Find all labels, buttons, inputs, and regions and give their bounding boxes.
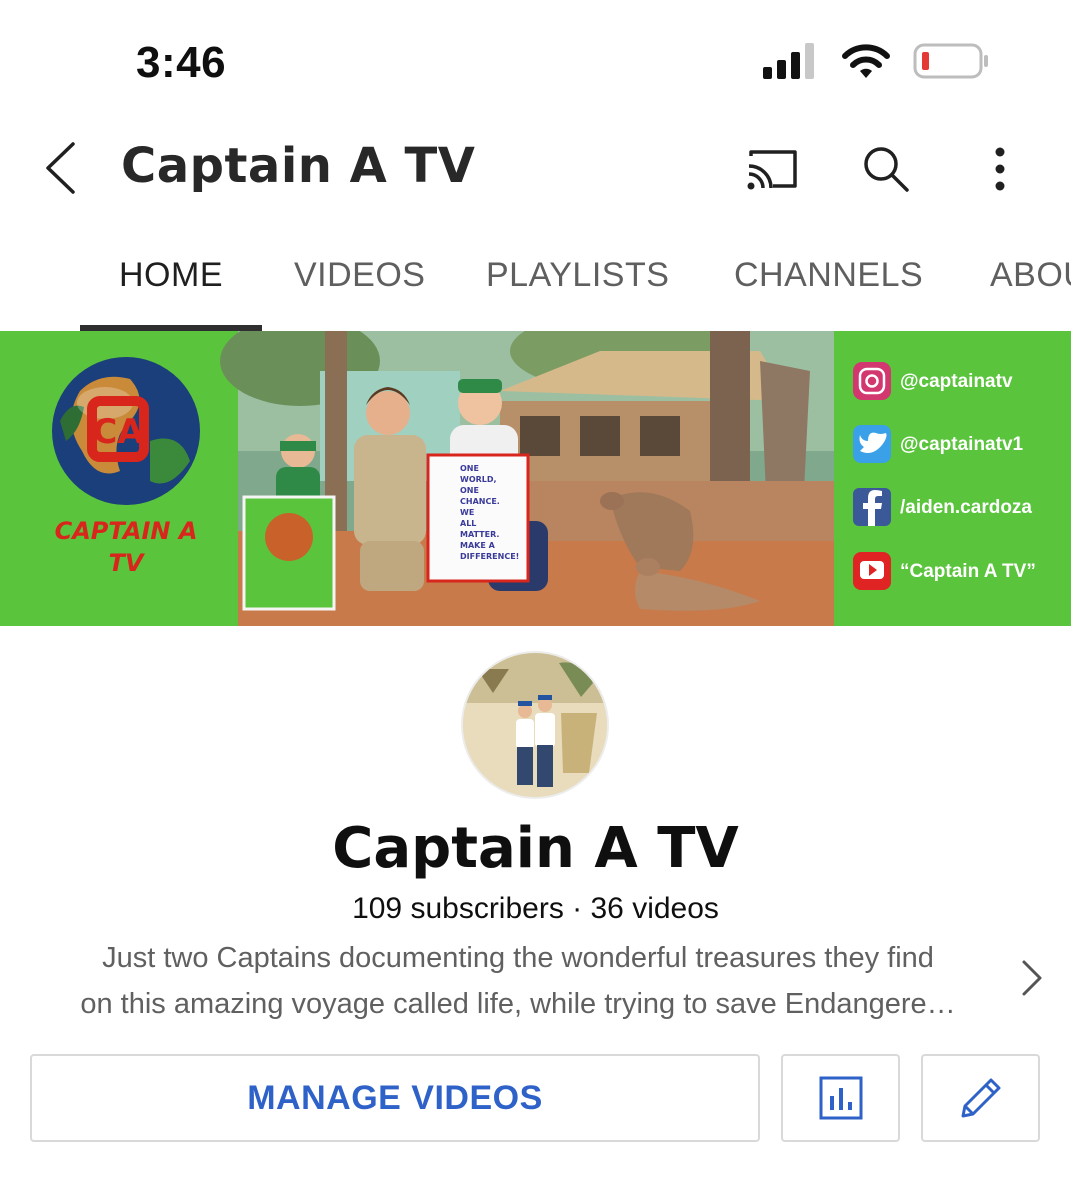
tab-channels[interactable]: CHANNELS <box>734 236 923 331</box>
description-line-2: on this amazing voyage called life, whil… <box>80 988 956 1020</box>
tab-about[interactable]: ABOUT <box>990 236 1071 331</box>
sign-line-4: CHANCE. <box>460 497 500 506</box>
social-handle-youtube: “Captain A TV” <box>900 561 1036 582</box>
wifi-icon <box>842 44 890 78</box>
social-handle-instagram: @captainatv <box>900 371 1013 392</box>
pencil-icon <box>961 1078 1000 1118</box>
channel-avatar[interactable] <box>463 653 607 797</box>
cast-icon <box>747 150 797 190</box>
sign-line-6: ALL <box>460 519 476 528</box>
status-bar: 3:46 <box>0 0 1071 120</box>
facebook-icon <box>853 488 891 526</box>
search-button[interactable] <box>855 138 917 200</box>
analytics-button[interactable] <box>781 1054 900 1142</box>
social-handle-facebook: /aiden.cardoza <box>900 497 1032 518</box>
more-options-button[interactable] <box>969 138 1031 200</box>
manage-videos-button[interactable]: MANAGE VIDEOS <box>30 1054 760 1142</box>
avatar-art <box>463 653 607 797</box>
banner-art: CA CAPTAIN A TV ONE WORLD, ONE CHANCE. W… <box>0 331 1071 626</box>
channel-description[interactable]: Just two Captains documenting the wonder… <box>38 935 998 1027</box>
chevron-right-icon[interactable] <box>1016 958 1046 998</box>
banner-photo: ONE WORLD, ONE CHANCE. WE ALL MATTER. MA… <box>220 331 834 626</box>
twitter-icon <box>853 425 891 463</box>
header-title: Captain A TV <box>121 138 476 194</box>
channel-name: Captain A TV <box>332 816 739 881</box>
social-handle-twitter: @captainatv1 <box>900 434 1024 455</box>
tab-videos[interactable]: VIDEOS <box>294 236 425 331</box>
sign-line-1: ONE <box>460 464 479 473</box>
app-header: Captain A TV <box>0 120 1071 216</box>
back-arrow-icon <box>46 142 75 194</box>
sign-line-3: ONE <box>460 486 479 495</box>
status-time: 3:46 <box>136 38 227 87</box>
analytics-icon <box>819 1076 862 1120</box>
channel-banner: CA CAPTAIN A TV ONE WORLD, ONE CHANCE. W… <box>0 331 1071 626</box>
channel-tabs: HOME VIDEOS PLAYLISTS CHANNELS ABOUT <box>0 236 1071 331</box>
status-icons <box>763 42 991 80</box>
more-vert-icon <box>995 147 1005 191</box>
cast-button[interactable] <box>741 138 803 200</box>
back-button[interactable] <box>36 138 84 198</box>
svg-text:CA: CA <box>92 412 144 452</box>
banner-logo-text-2: TV <box>109 549 146 577</box>
sign-line-5: WE <box>460 508 474 517</box>
description-line-1: Just two Captains documenting the wonder… <box>102 942 934 974</box>
tab-home[interactable]: HOME <box>119 236 223 331</box>
banner-logo-text-1: CAPTAIN A <box>55 517 198 545</box>
sign-line-9: DIFFERENCE! <box>460 552 519 561</box>
youtube-icon <box>853 552 891 590</box>
tab-playlists[interactable]: PLAYLISTS <box>486 236 669 331</box>
channel-stats: 109 subscribers · 36 videos <box>352 892 719 925</box>
instagram-icon <box>853 362 891 400</box>
battery-low-icon <box>913 43 988 79</box>
header-actions <box>741 138 1031 200</box>
sign-line-8: MAKE A <box>460 541 496 550</box>
sign-line-2: WORLD, <box>460 475 497 484</box>
search-icon <box>864 147 909 192</box>
signal-icon <box>763 43 814 79</box>
globe-logo: CA <box>52 357 200 505</box>
edit-channel-button[interactable] <box>921 1054 1040 1142</box>
sign-line-7: MATTER. <box>460 530 499 539</box>
